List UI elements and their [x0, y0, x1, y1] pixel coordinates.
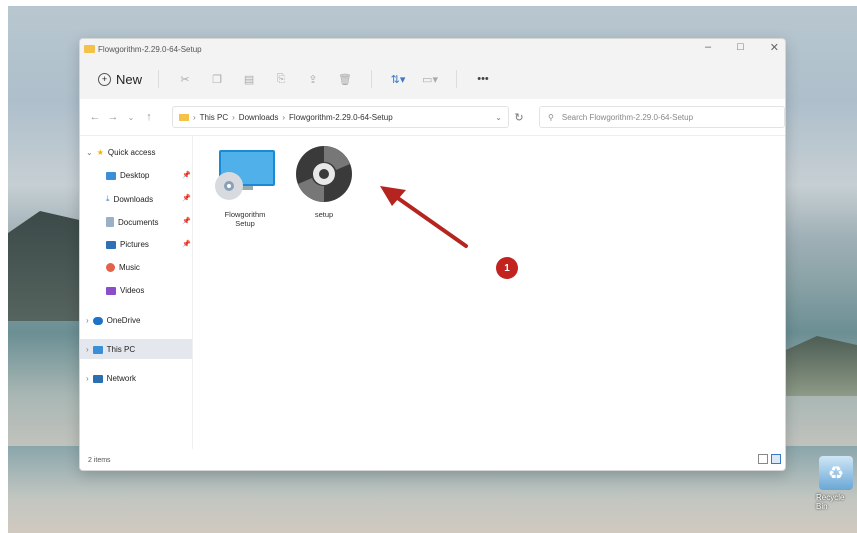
file-item-flowgorithm-setup[interactable]: Flowgorithm Setup	[210, 144, 280, 228]
view-icon[interactable]: ▭▾	[421, 73, 439, 86]
search-icon: ⚲	[548, 112, 554, 122]
recycle-bin-icon[interactable]: ♻	[819, 456, 853, 490]
toolbar-divider	[371, 70, 373, 88]
chevron-right-icon: ›	[86, 374, 89, 383]
sort-icon[interactable]: ⇅▾	[389, 73, 407, 86]
videos-icon	[106, 286, 116, 295]
pin-icon: 📌	[182, 172, 191, 179]
chevron-right-icon: ›	[86, 345, 89, 354]
maximize-button[interactable]: □	[737, 41, 744, 54]
sidebar-item-network[interactable]: › Network	[86, 374, 136, 383]
navigation-pane: ⌄ ★ Quick access Desktop 📌 ⤓ Downloads 📌…	[80, 136, 193, 449]
music-icon	[106, 263, 115, 272]
sidebar-item-label: Quick access	[107, 148, 156, 157]
network-icon	[92, 374, 103, 383]
cut-icon[interactable]: ✂	[176, 73, 194, 86]
star-icon: ★	[96, 148, 104, 157]
toolbar-divider	[158, 70, 160, 88]
search-placeholder: Search Flowgorithm-2.29.0-64-Setup	[561, 112, 694, 122]
sidebar-item-this-pc[interactable]: › This PC	[86, 345, 135, 354]
file-list: Flowgorithm Setup setup	[193, 136, 784, 449]
sidebar-item-label: Desktop	[120, 171, 150, 180]
disc-icon	[296, 146, 352, 202]
file-name: Flowgorithm	[224, 210, 266, 219]
recent-chevron-icon[interactable]: ⌄	[122, 113, 140, 122]
sidebar-item-label: Network	[106, 374, 137, 383]
sidebar-item-label: Music	[119, 263, 140, 272]
sidebar-item-label: Documents	[118, 217, 159, 227]
details-view-button[interactable]	[758, 454, 768, 464]
back-icon[interactable]: ←	[86, 111, 104, 123]
navigation-row: ← → ⌄ ↑ › This PC › Downloads › Flowgori…	[80, 99, 785, 136]
sidebar-item-pictures[interactable]: Pictures	[106, 240, 149, 249]
sidebar-item-music[interactable]: Music	[106, 263, 140, 272]
rename-icon[interactable]: ⎘	[272, 73, 290, 86]
file-item-setup[interactable]: setup	[289, 144, 359, 219]
pin-icon: 📌	[182, 241, 191, 248]
sidebar-item-downloads[interactable]: ⤓ Downloads	[106, 194, 153, 204]
status-bar: 2 items	[80, 450, 785, 470]
sidebar-item-onedrive[interactable]: › OneDrive	[86, 316, 140, 325]
breadcrumb-folder[interactable]: Flowgorithm-2.29.0-64-Setup	[289, 113, 393, 122]
sidebar-item-videos[interactable]: Videos	[106, 286, 144, 295]
wallpaper-mountain	[777, 336, 857, 396]
pin-icon: 📌	[182, 195, 191, 202]
file-name: Setup	[235, 219, 255, 228]
recycle-bin-label: Recycle Bin	[816, 493, 845, 511]
sidebar-item-label: Downloads	[113, 194, 154, 204]
chevron-down-icon: ⌄	[86, 148, 93, 157]
tiles-view-button[interactable]	[771, 454, 781, 464]
toolbar-divider	[456, 70, 458, 88]
pin-icon: 📌	[182, 218, 191, 225]
documents-icon	[106, 217, 114, 227]
share-icon[interactable]: ⇪	[304, 73, 322, 86]
sidebar-item-documents[interactable]: Documents	[106, 217, 158, 227]
copy-icon[interactable]: ❐	[208, 73, 226, 86]
minimize-button[interactable]: –	[705, 41, 711, 54]
item-count: 2 items	[88, 456, 111, 464]
sidebar-item-label: Pictures	[120, 240, 149, 249]
sidebar-item-label: OneDrive	[106, 316, 141, 325]
annotation-arrow	[380, 186, 468, 248]
new-button[interactable]: + New	[92, 68, 148, 91]
address-bar[interactable]: › This PC › Downloads › Flowgorithm-2.29…	[172, 106, 509, 128]
up-icon[interactable]: ↑	[140, 111, 158, 123]
wallpaper-mountain	[8, 211, 88, 321]
more-icon[interactable]: •••	[474, 73, 492, 85]
step-badge: 1	[496, 257, 518, 279]
title-bar: Flowgorithm-2.29.0-64-Setup – □ ✕	[80, 39, 785, 59]
chevron-down-icon[interactable]: ⌄	[495, 113, 502, 122]
computer-icon	[92, 345, 103, 354]
sidebar-item-label: This PC	[106, 345, 136, 354]
delete-icon[interactable]: 🗑	[336, 73, 354, 86]
command-bar: + New ✂ ❐ ▤ ⎘ ⇪ 🗑 ⇅▾ ▭▾ •••	[80, 59, 785, 99]
breadcrumb-downloads[interactable]: Downloads	[239, 113, 279, 122]
forward-icon[interactable]: →	[104, 111, 122, 123]
desktop-icon	[106, 171, 116, 180]
breadcrumb-this-pc[interactable]: This PC	[200, 113, 228, 122]
sidebar-item-label: Videos	[120, 286, 145, 295]
refresh-icon[interactable]: ↻	[509, 111, 529, 124]
search-input[interactable]: ⚲ Search Flowgorithm-2.29.0-64-Setup	[539, 106, 785, 128]
new-label: New	[116, 71, 143, 87]
download-icon: ⤓	[106, 194, 110, 203]
cloud-icon	[92, 316, 103, 325]
chevron-right-icon: ›	[282, 112, 286, 122]
folder-icon	[179, 113, 189, 121]
installer-icon	[215, 150, 275, 200]
close-button[interactable]: ✕	[770, 41, 779, 54]
pictures-icon	[106, 240, 116, 249]
chevron-right-icon: ›	[232, 112, 235, 122]
plus-icon: +	[98, 72, 111, 86]
folder-icon	[84, 45, 95, 53]
chevron-right-icon: ›	[86, 316, 89, 325]
sidebar-item-quick-access[interactable]: ⌄ ★ Quick access	[86, 148, 155, 157]
file-name: setup	[314, 210, 334, 219]
window-title: Flowgorithm-2.29.0-64-Setup	[98, 44, 202, 54]
chevron-right-icon: ›	[193, 112, 196, 122]
paste-icon[interactable]: ▤	[240, 73, 258, 86]
sidebar-item-desktop[interactable]: Desktop	[106, 171, 149, 180]
